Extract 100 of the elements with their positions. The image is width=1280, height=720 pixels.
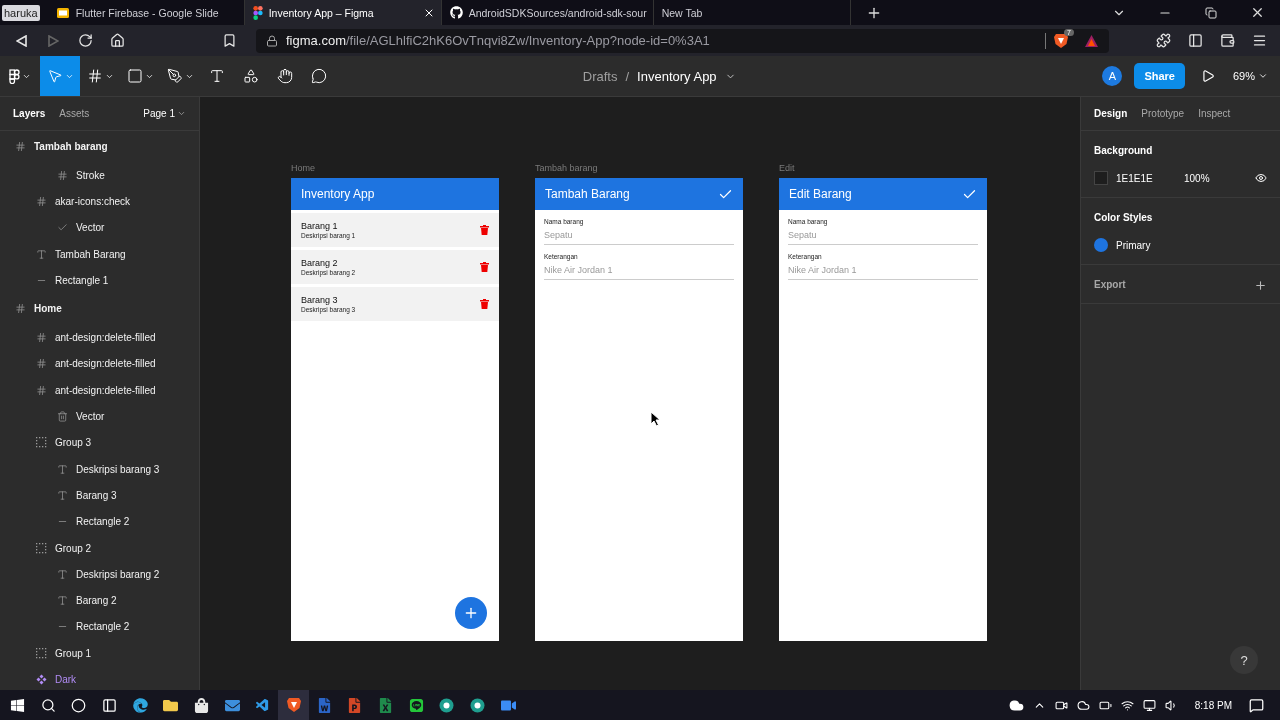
circle-icon[interactable] bbox=[71, 697, 87, 713]
layer-item[interactable]: ant-design:delete-filled bbox=[0, 324, 199, 351]
spreadsheet-icon[interactable] bbox=[378, 697, 394, 713]
text-field[interactable]: Nike Air Jordan 1 bbox=[544, 263, 734, 280]
layer-item[interactable]: akar-icons:check bbox=[0, 188, 199, 215]
edge-icon[interactable] bbox=[132, 697, 148, 713]
windows-icon[interactable] bbox=[9, 697, 25, 713]
layer-item[interactable]: ant-design:delete-filled bbox=[0, 350, 199, 378]
layer-item[interactable]: Group 3 bbox=[0, 429, 199, 456]
file-name[interactable]: Inventory App bbox=[637, 68, 717, 84]
document-icon[interactable] bbox=[316, 697, 332, 713]
lion-shield-icon[interactable] bbox=[286, 697, 301, 713]
frame-icon[interactable] bbox=[86, 68, 103, 84]
code-editor-icon[interactable] bbox=[255, 697, 271, 713]
layer-item[interactable]: Tambah barang bbox=[0, 131, 199, 162]
pointer-icon[interactable] bbox=[46, 68, 63, 84]
layer-item[interactable]: Tambah Barang bbox=[0, 240, 199, 268]
layer-item[interactable]: Home bbox=[0, 293, 199, 325]
profile-label: haruka bbox=[2, 4, 40, 21]
user-avatar[interactable]: A bbox=[1102, 66, 1123, 86]
clock-time[interactable]: 8:18 PM bbox=[1194, 699, 1232, 711]
extensions-icon[interactable] bbox=[1155, 33, 1171, 48]
monitor-icon[interactable] bbox=[1142, 698, 1156, 712]
layer-item[interactable]: Vector bbox=[0, 214, 199, 241]
hand-icon[interactable] bbox=[277, 68, 293, 84]
cloud-icon[interactable] bbox=[1008, 697, 1024, 713]
style-name[interactable]: Primary bbox=[1116, 239, 1151, 251]
opacity-value[interactable]: 100% bbox=[1184, 172, 1210, 184]
back-icon[interactable] bbox=[15, 34, 27, 47]
panel-tab[interactable]: Layers bbox=[13, 108, 46, 119]
text-field[interactable]: Sepatu bbox=[788, 228, 978, 245]
browser-tab[interactable]: Inventory App – Figma bbox=[244, 0, 442, 25]
breadcrumb-link[interactable]: Drafts bbox=[582, 68, 618, 84]
present-icon[interactable] bbox=[1200, 69, 1215, 83]
layer-item[interactable]: ant-design:delete-filled bbox=[0, 377, 199, 404]
breadcrumb-separator: / bbox=[625, 68, 630, 84]
panel-tab[interactable]: Assets bbox=[59, 108, 90, 119]
main-menu-icon[interactable] bbox=[9, 68, 20, 84]
text-field[interactable]: Nike Air Jordan 1 bbox=[788, 263, 978, 280]
layer-item[interactable]: Barang 3 bbox=[0, 482, 199, 509]
layer-item[interactable]: Deskripsi barang 2 bbox=[0, 561, 199, 588]
shapes-icon[interactable] bbox=[243, 68, 259, 84]
page-dropdown[interactable]: Page 1 bbox=[143, 108, 186, 119]
rectangle-icon[interactable] bbox=[126, 68, 143, 84]
sidebar-icon[interactable] bbox=[1187, 33, 1203, 48]
menu-icon[interactable] bbox=[1251, 33, 1267, 48]
url-path: /file/AGLhlfiC2hK6OvTnqvi8Zw/Inventory-App?node-id=0%3A1 bbox=[345, 33, 711, 48]
frame-label[interactable]: Home bbox=[291, 161, 499, 178]
share-button[interactable]: Share bbox=[1134, 63, 1185, 89]
triangle-icon[interactable] bbox=[1084, 33, 1099, 48]
zoom-dropdown[interactable]: 69% bbox=[1232, 70, 1268, 82]
layer-item[interactable]: Rectangle 2 bbox=[0, 613, 199, 641]
comment-icon[interactable] bbox=[311, 68, 327, 84]
presentation-icon[interactable] bbox=[347, 697, 363, 713]
reload-icon[interactable] bbox=[77, 33, 93, 48]
layer-item[interactable]: Vector bbox=[0, 403, 199, 430]
text-icon[interactable] bbox=[209, 68, 225, 84]
panel-tab[interactable]: Design bbox=[1094, 108, 1128, 119]
notification-icon[interactable] bbox=[1249, 697, 1264, 713]
bookmark-icon[interactable] bbox=[221, 33, 237, 48]
cloud-icon[interactable] bbox=[1076, 698, 1090, 712]
frame-icon bbox=[36, 358, 47, 370]
frame-label[interactable]: Tambah barang bbox=[535, 161, 743, 178]
panel-tab[interactable]: Inspect bbox=[1198, 108, 1231, 119]
frame-icon bbox=[36, 384, 47, 396]
layer-item[interactable]: Rectangle 2 bbox=[0, 508, 199, 535]
app-icon[interactable] bbox=[439, 697, 455, 713]
bag-icon[interactable] bbox=[193, 697, 209, 713]
layer-item[interactable]: Rectangle 1 bbox=[0, 267, 199, 294]
layer-item[interactable]: Dark bbox=[0, 666, 199, 690]
hex-value[interactable]: 1E1E1E bbox=[1116, 172, 1176, 184]
app-icon[interactable] bbox=[470, 697, 486, 713]
layer-item[interactable]: Deskripsi barang 3 bbox=[0, 455, 199, 483]
color-swatch[interactable] bbox=[1094, 171, 1108, 185]
text-icon bbox=[36, 248, 47, 260]
add-icon[interactable] bbox=[1254, 278, 1267, 292]
restore-icon[interactable] bbox=[1205, 6, 1217, 19]
layer-item[interactable]: Group 1 bbox=[0, 640, 199, 667]
volume-icon[interactable] bbox=[1164, 698, 1178, 712]
search-icon[interactable] bbox=[40, 697, 56, 713]
layer-item[interactable]: Barang 2 bbox=[0, 587, 199, 614]
folder-icon[interactable] bbox=[163, 697, 179, 713]
caret-icon bbox=[1258, 71, 1268, 81]
wallet-icon[interactable] bbox=[1219, 33, 1235, 48]
visibility-icon[interactable] bbox=[1255, 172, 1267, 184]
pen-icon[interactable] bbox=[166, 68, 183, 84]
help-button[interactable]: ? bbox=[1230, 646, 1258, 674]
task-view-icon[interactable] bbox=[101, 697, 117, 713]
lion-shield-icon[interactable] bbox=[1054, 32, 1068, 49]
layer-item[interactable]: Group 2 bbox=[0, 534, 199, 562]
component-icon bbox=[36, 674, 47, 685]
chat-icon[interactable] bbox=[408, 697, 424, 713]
frame-label[interactable]: Edit bbox=[779, 161, 987, 178]
text-field[interactable]: Sepatu bbox=[544, 228, 734, 245]
item-title: Barang 1 bbox=[301, 221, 339, 231]
mail-icon[interactable] bbox=[224, 697, 240, 713]
wifi-icon[interactable] bbox=[1120, 698, 1134, 712]
panel-tab[interactable]: Prototype bbox=[1141, 108, 1185, 119]
layer-item[interactable]: Stroke bbox=[0, 162, 199, 189]
home-icon[interactable] bbox=[109, 33, 125, 48]
